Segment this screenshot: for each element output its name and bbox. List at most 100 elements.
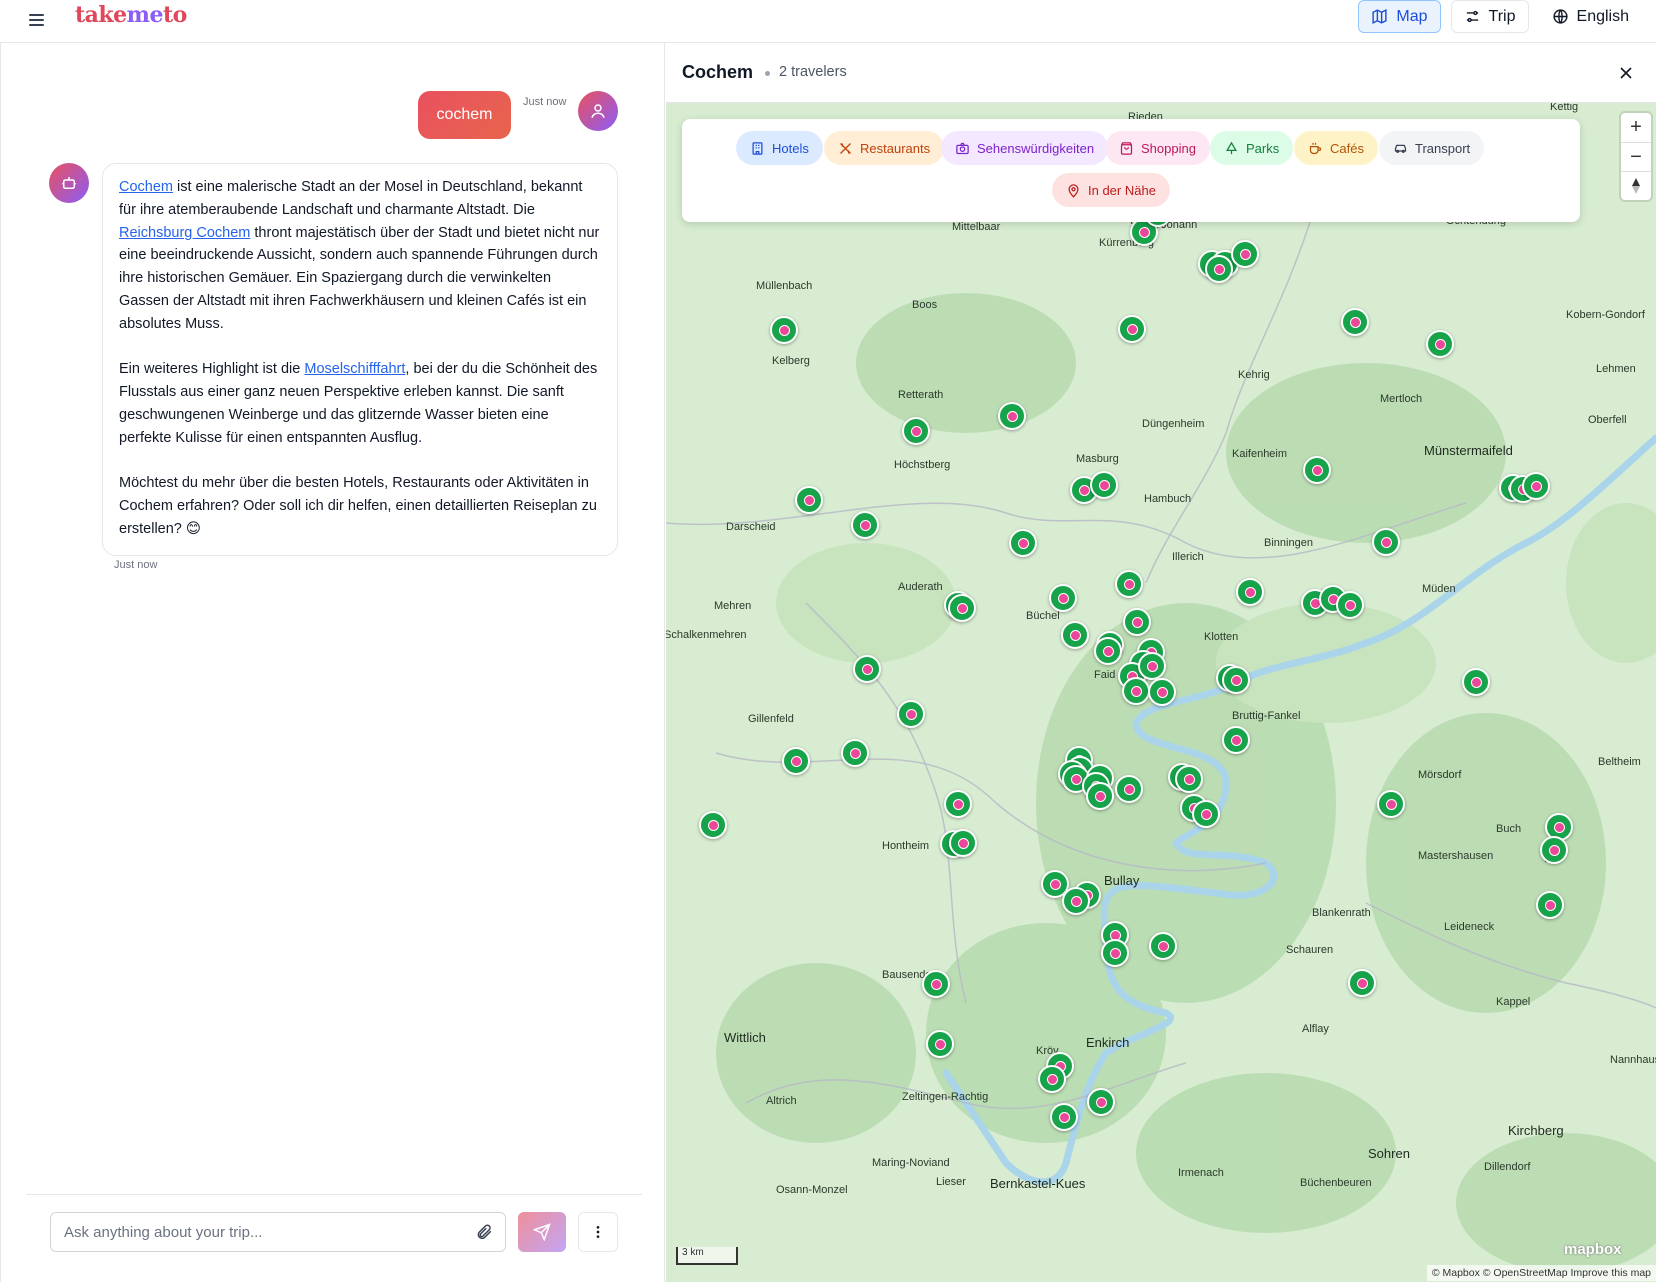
map-view-button[interactable]: Map [1358, 0, 1441, 33]
poi-marker[interactable] [1149, 932, 1177, 960]
poi-marker[interactable] [949, 829, 977, 857]
poi-marker[interactable] [1222, 726, 1250, 754]
inline-link[interactable]: Reichsburg Cochem [119, 225, 250, 241]
poi-marker[interactable] [841, 739, 869, 767]
poi-marker[interactable] [1118, 315, 1146, 343]
poi-marker[interactable] [1115, 775, 1143, 803]
more-options-button[interactable] [578, 1212, 618, 1252]
hamburger-menu-icon[interactable] [26, 8, 48, 30]
poi-marker[interactable] [1122, 677, 1150, 705]
poi-marker[interactable] [1086, 782, 1114, 810]
poi-marker[interactable] [795, 486, 823, 514]
poi-marker[interactable] [1336, 591, 1364, 619]
poi-marker[interactable] [1205, 255, 1233, 283]
poi-marker[interactable] [1372, 528, 1400, 556]
poi-marker[interactable] [1094, 637, 1122, 665]
place-label: Mehren [714, 600, 752, 612]
poi-marker[interactable] [1192, 800, 1220, 828]
poi-marker[interactable] [1303, 456, 1331, 484]
poi-marker[interactable] [1540, 836, 1568, 864]
user-message-timestamp: Just now [523, 96, 567, 108]
poi-marker[interactable] [853, 655, 881, 683]
poi-marker[interactable] [770, 316, 798, 344]
map-view-label: Map [1396, 7, 1428, 25]
language-selector[interactable]: English [1538, 0, 1642, 33]
poi-marker[interactable] [699, 811, 727, 839]
poi-marker[interactable] [1061, 621, 1089, 649]
place-label: Schauren [1286, 944, 1334, 956]
place-label: Wittlich [724, 1030, 766, 1045]
poi-marker[interactable] [1175, 765, 1203, 793]
inline-text: Ein weiteres Highlight ist die [119, 361, 305, 378]
poi-marker[interactable] [1377, 790, 1405, 818]
poi-marker[interactable] [1038, 1065, 1066, 1093]
assistant-message-bubble: Cochem ist eine malerische Stadt an der … [102, 163, 618, 556]
inline-link[interactable]: Moselschifffahrt [304, 361, 405, 377]
compass-button[interactable] [1621, 171, 1651, 200]
place-label: Kappel [1496, 996, 1531, 1008]
filter-chip-parks[interactable]: Parks [1210, 131, 1294, 165]
poi-marker[interactable] [1115, 570, 1143, 598]
filter-chip-sehenswürdigkeiten[interactable]: Sehenswürdigkeiten [941, 131, 1109, 165]
chat-input[interactable] [50, 1212, 506, 1252]
filter-chip-in-der-nähe[interactable]: In der Nähe [1052, 173, 1170, 207]
trip-view-label: Trip [1488, 7, 1516, 25]
composer-divider [26, 1194, 642, 1195]
poi-marker[interactable] [1536, 891, 1564, 919]
poi-marker[interactable] [922, 970, 950, 998]
filter-chip-label: Shopping [1141, 140, 1196, 156]
filter-chip-transport[interactable]: Transport [1379, 131, 1485, 165]
map-canvas[interactable]: RiedenKettigMittelbaarSankt JohannKürren… [666, 103, 1656, 1282]
zoom-out-button[interactable]: − [1621, 142, 1651, 171]
poi-marker[interactable] [1062, 887, 1090, 915]
poi-marker[interactable] [1090, 471, 1118, 499]
poi-marker[interactable] [1462, 668, 1490, 696]
filter-chip-restaurants[interactable]: Restaurants [824, 131, 945, 165]
place-label: Leideneck [1444, 921, 1495, 933]
send-button[interactable] [518, 1212, 566, 1252]
poi-marker[interactable] [1101, 939, 1129, 967]
poi-marker[interactable] [1148, 678, 1176, 706]
poi-marker[interactable] [1231, 240, 1259, 268]
map-panel: Cochem 2 travelers Rieden Kettig Mittelb… [666, 43, 1656, 1282]
poi-marker[interactable] [1138, 652, 1166, 680]
poi-marker[interactable] [902, 417, 930, 445]
app-logo[interactable]: takemeto [75, 2, 187, 28]
trip-view-button[interactable]: Trip [1450, 0, 1529, 33]
poi-marker[interactable] [1222, 666, 1250, 694]
user-message-bubble: cochem [418, 91, 511, 139]
place-label: Alflay [1302, 1023, 1329, 1035]
poi-marker[interactable] [944, 790, 972, 818]
filter-chip-label: In der Nähe [1088, 182, 1156, 198]
place-label: Büchenbeuren [1300, 1177, 1372, 1189]
filter-chip-hotels[interactable]: Hotels [736, 131, 823, 165]
poi-marker[interactable] [1341, 308, 1369, 336]
poi-marker[interactable] [1522, 472, 1550, 500]
poi-marker[interactable] [1426, 330, 1454, 358]
poi-marker[interactable] [1050, 1103, 1078, 1131]
inline-link[interactable]: Cochem [119, 179, 173, 195]
paperclip-icon[interactable] [475, 1223, 493, 1241]
poi-marker[interactable] [926, 1030, 954, 1058]
poi-marker[interactable] [948, 594, 976, 622]
poi-marker[interactable] [1049, 584, 1077, 612]
filter-chip-caf-s[interactable]: Cafés [1294, 131, 1378, 165]
poi-marker[interactable] [897, 700, 925, 728]
poi-marker[interactable] [998, 402, 1026, 430]
poi-marker[interactable] [1009, 529, 1037, 557]
place-label: Sohren [1368, 1146, 1410, 1161]
place-label: Kirchberg [1508, 1123, 1564, 1138]
zoom-in-button[interactable]: + [1621, 113, 1651, 142]
poi-marker[interactable] [782, 747, 810, 775]
poi-marker[interactable] [1087, 1088, 1115, 1116]
map-attribution[interactable]: © Mapbox © OpenStreetMap Improve this ma… [1426, 1265, 1656, 1281]
poi-marker[interactable] [851, 511, 879, 539]
place-label: Düngenheim [1142, 418, 1205, 430]
close-icon[interactable] [1616, 63, 1636, 83]
place-label: Hontheim [882, 840, 930, 852]
poi-marker[interactable] [1236, 578, 1264, 606]
place-label: Kaifenheim [1232, 448, 1288, 460]
poi-marker[interactable] [1348, 969, 1376, 997]
filter-chip-shopping[interactable]: Shopping [1105, 131, 1210, 165]
poi-marker[interactable] [1123, 608, 1151, 636]
